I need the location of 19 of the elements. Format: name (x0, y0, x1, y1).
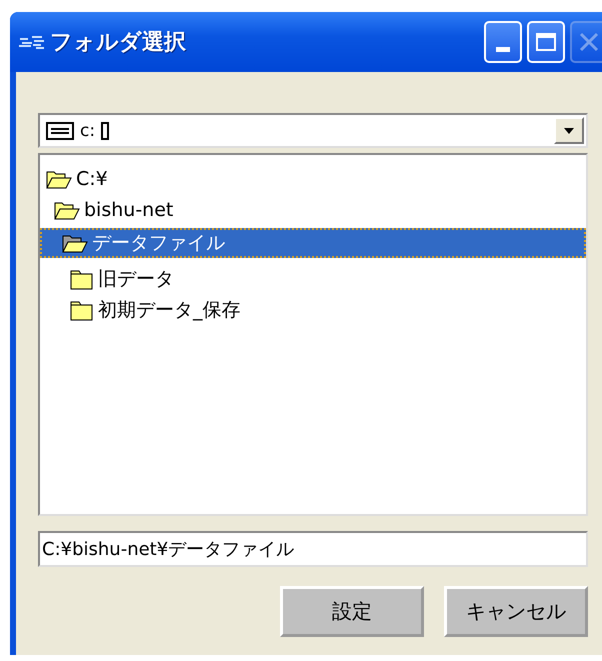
drive-label: c: (80, 120, 96, 140)
drive-dropdown[interactable]: c: (38, 113, 588, 148)
folder-item[interactable]: 旧データ (40, 263, 586, 294)
path-field[interactable]: C:¥bishu-net¥データファイル (38, 531, 588, 567)
maximize-button[interactable] (527, 21, 565, 63)
window-title: フォルダ選択 (50, 29, 186, 57)
folder-icon (70, 298, 94, 320)
minimize-button[interactable] (484, 21, 522, 63)
cancel-button[interactable]: キャンセル (444, 586, 588, 637)
folder-item[interactable]: C:¥ (40, 163, 586, 194)
close-icon (577, 30, 601, 54)
glyph-box-icon (101, 122, 110, 140)
ok-button[interactable]: 設定 (280, 586, 424, 637)
folder-item[interactable]: データファイル (40, 228, 586, 258)
drive-icon (46, 122, 74, 140)
folder-item[interactable]: 初期データ_保存 (40, 294, 586, 325)
app-icon (18, 33, 46, 51)
folder-item[interactable]: bishu-net (40, 194, 586, 225)
folder-icon (70, 268, 94, 290)
